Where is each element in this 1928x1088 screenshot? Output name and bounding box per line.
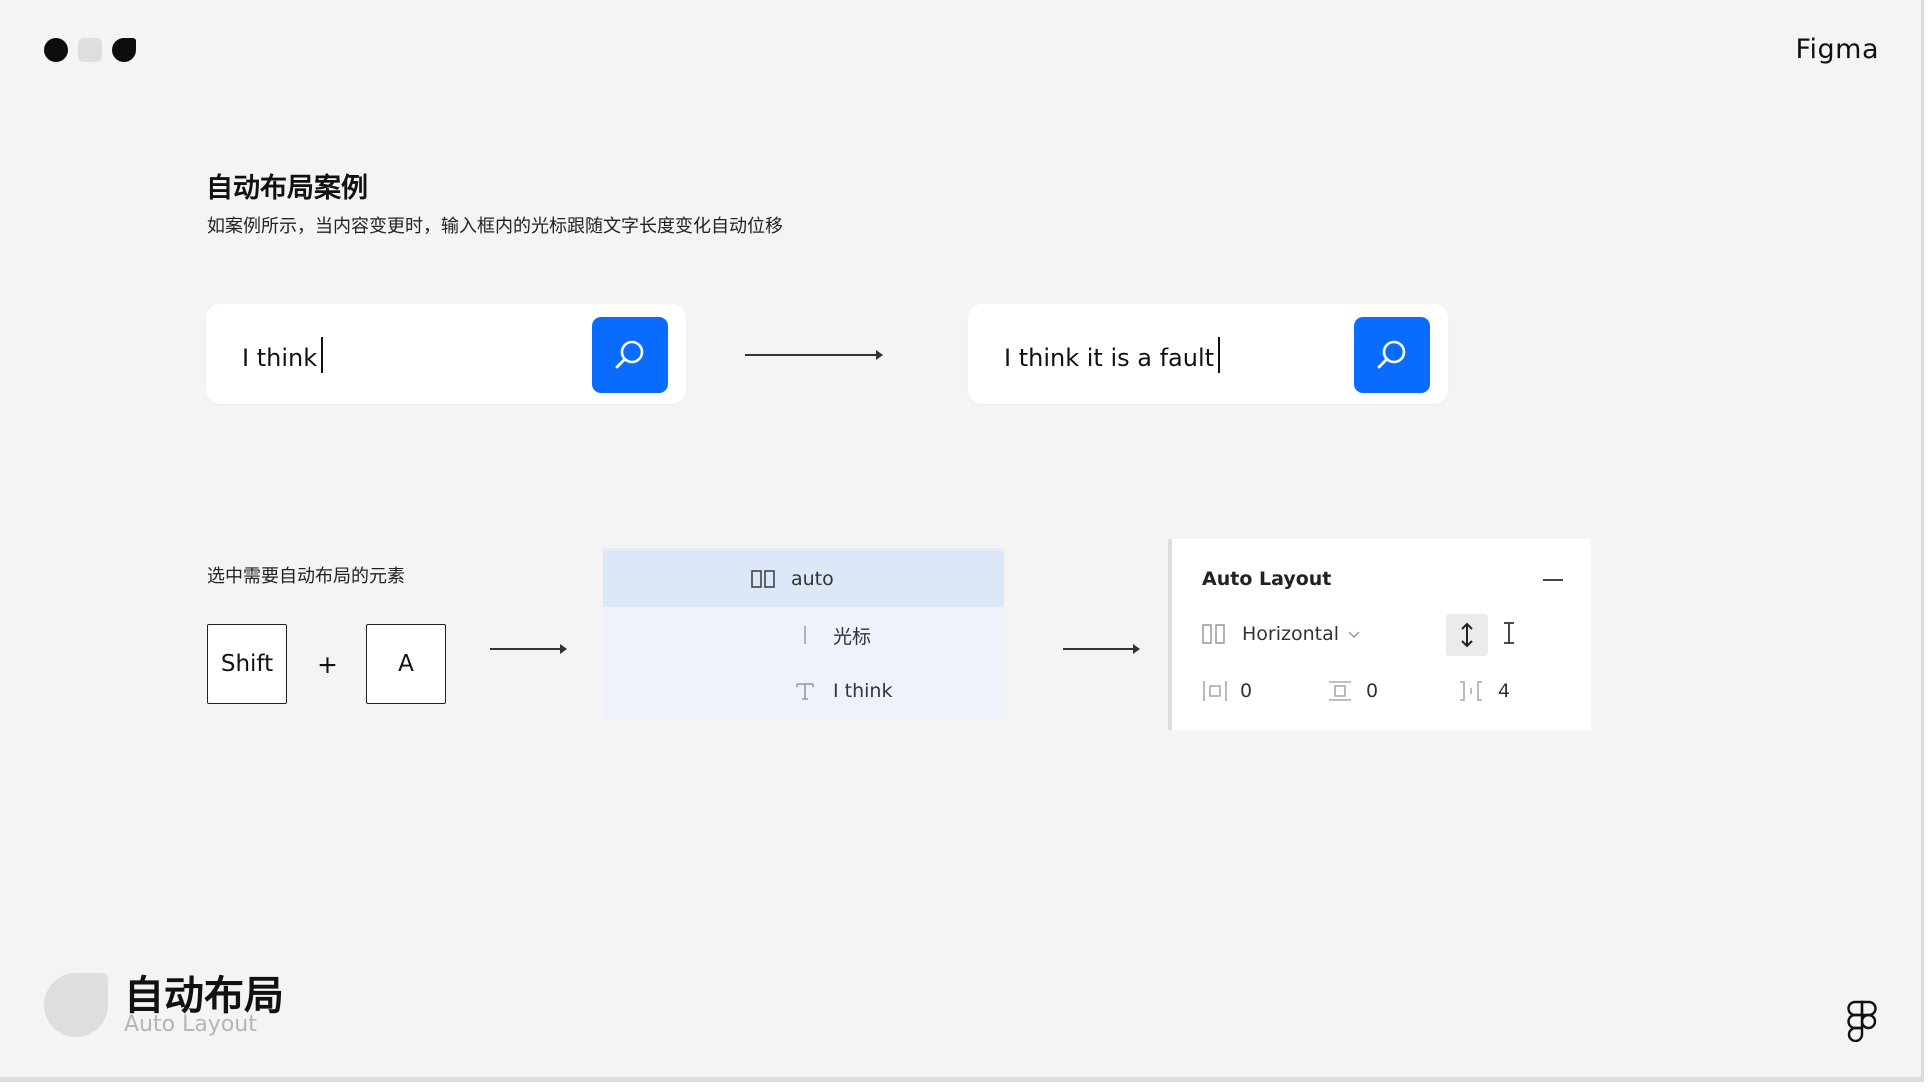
instruction-text: 选中需要自动布局的元素 bbox=[207, 566, 405, 587]
layer-row-auto[interactable]: auto bbox=[603, 551, 1004, 607]
text-cursor-icon[interactable] bbox=[1502, 621, 1516, 645]
padding-horizontal-value: 0 bbox=[1240, 680, 1253, 702]
slide-canvas: Figma 自动布局案例 如案例所示，当内容变更时，输入框内的光标跟随文字长度变… bbox=[0, 0, 1924, 1082]
leaf-dot-icon bbox=[112, 38, 136, 62]
window-dots bbox=[44, 38, 136, 62]
chevron-down-icon bbox=[1348, 631, 1360, 639]
search-value: I think it is a fault bbox=[1004, 344, 1215, 372]
spacing-value: 4 bbox=[1498, 680, 1511, 702]
padding-horizontal-field[interactable]: 0 bbox=[1202, 680, 1252, 702]
direction-dropdown[interactable]: Horizontal bbox=[1202, 623, 1361, 645]
search-value: I think bbox=[242, 344, 318, 372]
frame-icon bbox=[1202, 624, 1225, 644]
search-icon bbox=[1377, 340, 1406, 369]
direction-value: Horizontal bbox=[1242, 623, 1340, 645]
layer-row-text[interactable]: I think bbox=[603, 663, 1004, 719]
vertical-resize-icon bbox=[1461, 622, 1473, 648]
search-input-after[interactable]: I think it is a fault bbox=[1004, 337, 1221, 377]
layer-label: I think bbox=[833, 680, 893, 702]
search-button[interactable] bbox=[1354, 317, 1430, 393]
auto-layout-panel: Auto Layout Horizontal 0 0 4 bbox=[1168, 539, 1591, 730]
frame-icon bbox=[749, 565, 777, 593]
spacing-field[interactable]: 4 bbox=[1458, 680, 1510, 702]
footer-title: 自动布局 bbox=[124, 973, 284, 1019]
text-cursor bbox=[321, 337, 324, 373]
section-title: 自动布局案例 bbox=[206, 173, 368, 204]
align-vertical-button[interactable] bbox=[1446, 614, 1488, 656]
search-icon bbox=[615, 340, 644, 369]
arrow-icon bbox=[1063, 644, 1140, 654]
search-input-before[interactable]: I think bbox=[242, 337, 324, 377]
spacing-icon bbox=[1460, 681, 1482, 701]
padding-vertical-value: 0 bbox=[1366, 680, 1379, 702]
layers-panel: auto 光标 I think bbox=[603, 548, 1004, 720]
arrow-icon bbox=[490, 644, 567, 654]
gray-dot-icon bbox=[78, 38, 102, 62]
plus-sign: + bbox=[317, 650, 338, 679]
layer-row-cursor[interactable]: 光标 bbox=[603, 607, 1004, 663]
padding-vertical-icon bbox=[1329, 681, 1351, 701]
black-dot-icon bbox=[44, 38, 68, 62]
search-box-before[interactable]: I think bbox=[206, 304, 686, 404]
minus-icon[interactable] bbox=[1543, 579, 1563, 581]
text-icon bbox=[791, 677, 819, 705]
arrow-icon bbox=[745, 350, 883, 360]
brand-name: Figma bbox=[1795, 34, 1879, 65]
search-button[interactable] bbox=[592, 317, 668, 393]
key-shift: Shift bbox=[207, 624, 287, 704]
layer-label: 光标 bbox=[833, 625, 872, 648]
figma-logo-icon bbox=[1847, 1000, 1877, 1043]
text-cursor bbox=[1218, 337, 1221, 373]
footer-leaf-icon bbox=[44, 973, 108, 1037]
search-box-after[interactable]: I think it is a fault bbox=[968, 304, 1448, 404]
line-icon bbox=[791, 621, 819, 649]
layer-label: auto bbox=[791, 568, 834, 590]
section-subtitle: 如案例所示，当内容变更时，输入框内的光标跟随文字长度变化自动位移 bbox=[207, 216, 783, 237]
padding-horizontal-icon bbox=[1203, 681, 1227, 701]
i-beam-icon bbox=[1504, 622, 1514, 644]
padding-vertical-field[interactable]: 0 bbox=[1328, 680, 1378, 702]
panel-title: Auto Layout bbox=[1202, 568, 1332, 590]
key-a: A bbox=[366, 624, 446, 704]
